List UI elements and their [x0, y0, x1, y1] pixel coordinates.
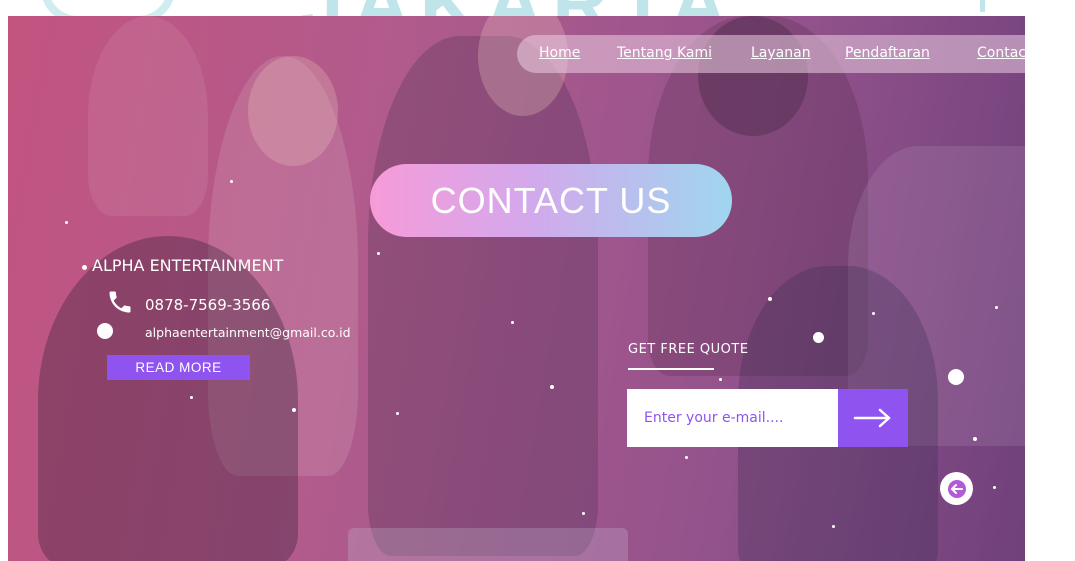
particle-dot	[377, 252, 380, 255]
watermark-text: JAKARTA	[300, 0, 737, 16]
particle-dot	[872, 312, 875, 315]
bullet-dot-large	[97, 323, 113, 339]
particle-dot	[65, 221, 68, 224]
company-email: alphaentertainment@gmail.co.id	[145, 325, 351, 340]
background-person	[38, 236, 298, 561]
nav-pendaftaran-link[interactable]: Pendaftaran	[845, 45, 930, 61]
watermark-bar	[980, 0, 985, 12]
particle-dot	[550, 385, 554, 389]
background-laptop	[348, 528, 628, 561]
particle-dot	[993, 486, 996, 489]
main-nav: Home Tentang Kami Layanan Pendaftaran Co…	[517, 35, 1025, 73]
arrow-left-icon	[947, 479, 966, 498]
particle-dot	[511, 321, 514, 324]
particle-dot	[292, 408, 296, 412]
particle-dot	[813, 332, 824, 343]
top-strip: JAKARTA	[0, 0, 1075, 16]
bullet-dot	[82, 265, 87, 270]
particle-dot	[832, 525, 835, 528]
nav-layanan-link[interactable]: Layanan	[751, 45, 811, 61]
particle-dot	[948, 369, 964, 385]
particle-dot	[230, 180, 233, 183]
nav-tentang-kami-link[interactable]: Tentang Kami	[617, 45, 712, 61]
nav-contact-link[interactable]: Contact	[977, 45, 1025, 61]
background-person-head	[248, 56, 338, 166]
company-phone: 0878-7569-3566	[145, 296, 271, 314]
background-window	[88, 16, 208, 216]
scroll-back-button[interactable]	[940, 472, 973, 505]
contact-us-title: CONTACT US	[370, 164, 732, 237]
watermark-logo-shape	[40, 0, 176, 16]
read-more-button[interactable]: READ MORE	[107, 355, 250, 380]
company-name: ALPHA ENTERTAINMENT	[92, 256, 284, 275]
quote-underline	[628, 368, 714, 370]
background-person-head	[698, 16, 808, 136]
particle-dot	[190, 396, 193, 399]
particle-dot	[995, 306, 998, 309]
particle-dot	[685, 456, 688, 459]
email-input[interactable]	[627, 389, 838, 447]
particle-dot	[768, 297, 772, 301]
background-person	[368, 36, 598, 556]
submit-email-button[interactable]	[838, 389, 908, 447]
hero-section: Home Tentang Kami Layanan Pendaftaran Co…	[8, 16, 1025, 561]
nav-home-link[interactable]: Home	[539, 45, 580, 61]
particle-dot	[396, 412, 399, 415]
particle-dot	[582, 512, 585, 515]
arrow-right-icon	[853, 408, 891, 428]
particle-dot	[719, 378, 722, 381]
get-free-quote-heading: GET FREE QUOTE	[628, 342, 749, 357]
particle-dot	[973, 437, 977, 441]
phone-icon	[109, 291, 131, 313]
